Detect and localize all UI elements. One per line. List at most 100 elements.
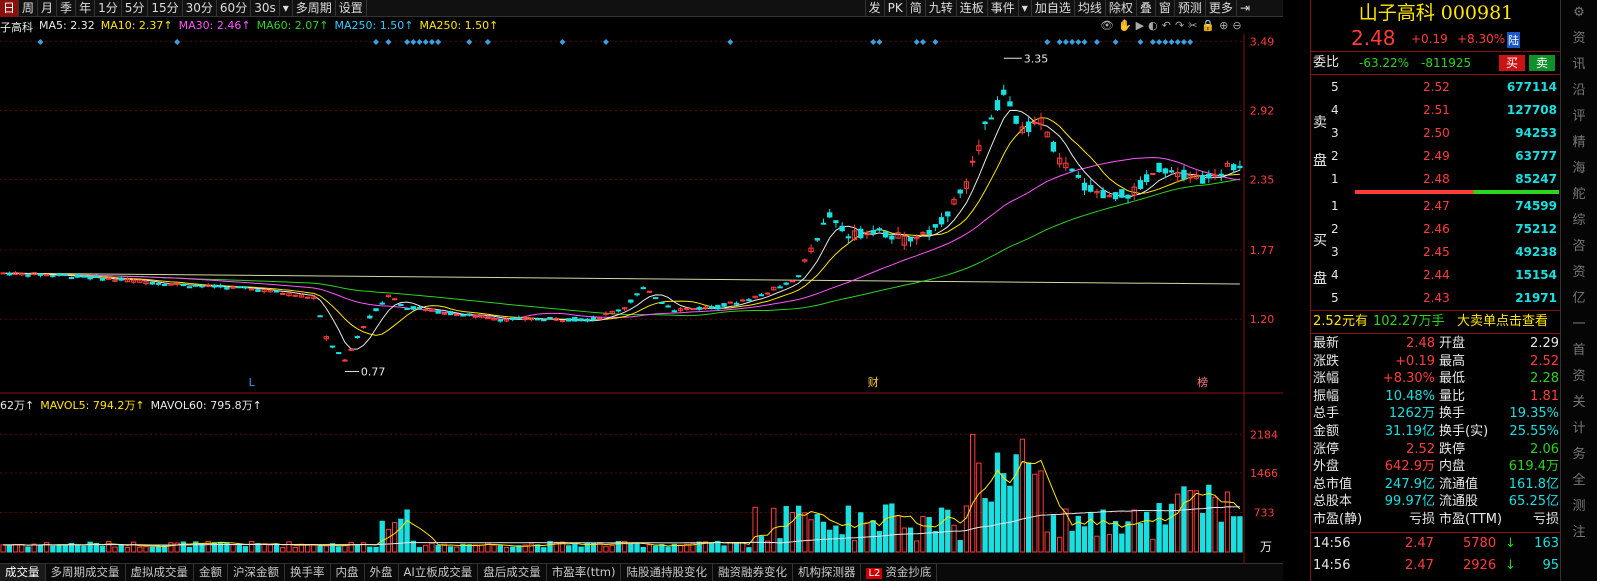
side-strip-item[interactable]: 资 xyxy=(1561,260,1597,286)
asks-row[interactable]: 4 2.51 127708 xyxy=(1331,100,1559,121)
chart-tool-icon[interactable]: 🔒 xyxy=(1201,19,1215,32)
toolbar-action-button[interactable]: 叠 xyxy=(1135,0,1155,17)
side-strip-item[interactable]: 精 xyxy=(1561,130,1597,156)
indicator-tab[interactable]: 成交量 xyxy=(0,564,46,581)
indicator-tab[interactable]: 内盘 xyxy=(331,564,365,581)
indicator-tab[interactable]: L2 资金抄底 xyxy=(861,564,938,581)
big-order-link[interactable]: 大卖单点击查看 xyxy=(1457,312,1548,332)
asks-row[interactable]: 1 2.48 85247 xyxy=(1331,169,1559,190)
side-strip-item[interactable]: 首 xyxy=(1561,338,1597,364)
event-diamond-icon xyxy=(1062,39,1069,45)
candle-body xyxy=(317,315,323,318)
bids-row[interactable]: 4 2.44 15154 xyxy=(1331,265,1559,286)
period-tab[interactable]: 日 xyxy=(0,0,20,17)
toolbar-action-button[interactable]: PK xyxy=(883,0,906,17)
tick-vol: 5780 xyxy=(1463,536,1497,551)
period-tab[interactable]: 周 xyxy=(19,0,39,17)
chart-tool-icon[interactable]: ⊕ xyxy=(1219,19,1228,32)
chart-tool-icon[interactable]: ✋ xyxy=(1118,19,1132,32)
side-strip-item[interactable]: 讯 xyxy=(1561,52,1597,78)
bids-row[interactable]: 2 2.46 75212 xyxy=(1331,219,1559,240)
side-strip-item[interactable]: 全 xyxy=(1561,468,1597,494)
indicator-tab[interactable]: 沪深金额 xyxy=(228,564,285,581)
period-tab[interactable]: 5分 xyxy=(122,0,149,17)
side-strip-item[interactable]: 务 xyxy=(1561,442,1597,468)
period-tab[interactable]: 年 xyxy=(76,0,96,17)
big-order-row[interactable]: 2.52元有 102.27万手 大卖单点击查看 xyxy=(1311,312,1561,332)
toolbar-action-button[interactable]: 均线 xyxy=(1073,0,1105,17)
toolbar-action-button[interactable]: ▾ xyxy=(1017,0,1031,17)
side-strip-item[interactable]: 海 xyxy=(1561,156,1597,182)
side-strip-item[interactable]: 综 xyxy=(1561,208,1597,234)
bids-row[interactable]: 5 2.43 21971 xyxy=(1331,288,1559,309)
side-strip-item[interactable]: 评 xyxy=(1561,104,1597,130)
side-strip-item[interactable]: 注 xyxy=(1561,520,1597,546)
toolbar-action-button[interactable]: 连板 xyxy=(955,0,987,17)
volume-bar xyxy=(1007,485,1013,553)
chart-tool-icon[interactable]: ⊖ xyxy=(1232,19,1241,32)
kline-chart[interactable]: 3.49 2.92 2.35 1.77 1.20 2184 1466 733 万 3.35 0.77… xyxy=(0,34,1283,564)
period-tab[interactable]: 60分 xyxy=(217,0,252,17)
candle-body xyxy=(659,301,665,304)
chart-tool-icon[interactable]: ↷ xyxy=(1175,19,1184,32)
indicator-tab[interactable]: 机构探测器 xyxy=(793,564,862,581)
toolbar-action-button[interactable]: 除权 xyxy=(1104,0,1136,17)
indicator-tab[interactable]: 多周期成交量 xyxy=(46,564,126,581)
chart-tool-icon[interactable]: 👁 xyxy=(1100,19,1114,32)
bids-row[interactable]: 1 2.47 74599 xyxy=(1331,196,1559,217)
period-tab[interactable]: 季 xyxy=(57,0,77,17)
asks-row[interactable]: 2 2.49 63777 xyxy=(1331,146,1559,167)
event-diamond-icon xyxy=(1056,39,1063,45)
chart-tool-icon[interactable]: ▶ xyxy=(1136,19,1144,32)
side-strip-item[interactable]: 沿 xyxy=(1561,78,1597,104)
indicator-tab[interactable]: 换手率 xyxy=(285,564,331,581)
side-strip-item[interactable]: 关 xyxy=(1561,390,1597,416)
period-tab[interactable]: ▾ xyxy=(280,0,293,17)
toolbar-action-button[interactable]: 加自选 xyxy=(1030,0,1074,17)
indicator-tab[interactable]: 外盘 xyxy=(365,564,399,581)
indicator-tab[interactable]: 盘后成交量 xyxy=(478,564,547,581)
price-tick-label: 1.20 xyxy=(1250,313,1275,326)
toolbar-action-button[interactable]: 九转 xyxy=(924,0,956,17)
sell-button[interactable]: 卖 xyxy=(1529,55,1555,71)
toolbar-action-button[interactable]: 事件 xyxy=(986,0,1018,17)
indicator-tab[interactable]: 陆股通持股变化 xyxy=(621,564,713,581)
indicator-tab[interactable]: 虚拟成交量 xyxy=(126,564,194,581)
bids-row[interactable]: 3 2.45 49238 xyxy=(1331,242,1559,263)
side-strip-item[interactable]: 一 xyxy=(1561,312,1597,338)
chart-tool-icon[interactable]: ◐ xyxy=(1148,19,1158,32)
side-strip-item[interactable]: 亿 xyxy=(1561,286,1597,312)
quote-l1: 振幅 xyxy=(1313,388,1340,404)
asks-row[interactable]: 3 2.50 94253 xyxy=(1331,123,1559,144)
tick-vol: 2926 xyxy=(1463,558,1497,573)
chart-tool-icon[interactable]: ✂ xyxy=(1188,19,1197,32)
indicator-tab[interactable]: 市盈率(ttm) xyxy=(547,564,622,581)
period-tab[interactable]: 15分 xyxy=(148,0,183,17)
period-tab[interactable]: 月 xyxy=(38,0,58,17)
side-strip-item[interactable]: 测 xyxy=(1561,494,1597,520)
period-tab[interactable]: 多周期 xyxy=(293,0,336,17)
toolbar-action-button[interactable]: 预测 xyxy=(1173,0,1205,17)
period-tab[interactable]: 设置 xyxy=(336,0,367,17)
period-tab[interactable]: 30分 xyxy=(183,0,217,17)
toolbar-action-button[interactable]: 更多 xyxy=(1204,0,1236,17)
buy-button[interactable]: 买 xyxy=(1499,55,1525,71)
period-tab[interactable]: 30s xyxy=(251,0,280,17)
toolbar-action-button[interactable]: 窗 xyxy=(1154,0,1174,17)
side-strip-item[interactable]: 计 xyxy=(1561,416,1597,442)
indicator-tab[interactable]: 融资融券变化 xyxy=(713,564,793,581)
indicator-tab[interactable]: AI立板成交量 xyxy=(399,564,479,581)
side-strip-item[interactable]: 舵 xyxy=(1561,182,1597,208)
side-strip-item[interactable]: 咨 xyxy=(1561,234,1597,260)
toolbar-action-button[interactable]: ⇥ xyxy=(1235,0,1253,17)
asks-row[interactable]: 5 2.52 677114 xyxy=(1331,77,1559,98)
chart-tool-icon[interactable]: ↶ xyxy=(1162,19,1171,32)
indicator-tab[interactable]: 金额 xyxy=(194,564,228,581)
side-strip-item[interactable]: ⚙ xyxy=(1561,0,1597,26)
toolbar-action-button[interactable]: 发 xyxy=(864,0,884,17)
side-strip-item[interactable]: 资 xyxy=(1561,364,1597,390)
period-tab[interactable]: 1分 xyxy=(95,0,122,17)
side-strip-item[interactable]: 资 xyxy=(1561,26,1597,52)
toolbar-action-button[interactable]: 简 xyxy=(905,0,925,17)
volume-tick-label: 733 xyxy=(1254,507,1275,520)
